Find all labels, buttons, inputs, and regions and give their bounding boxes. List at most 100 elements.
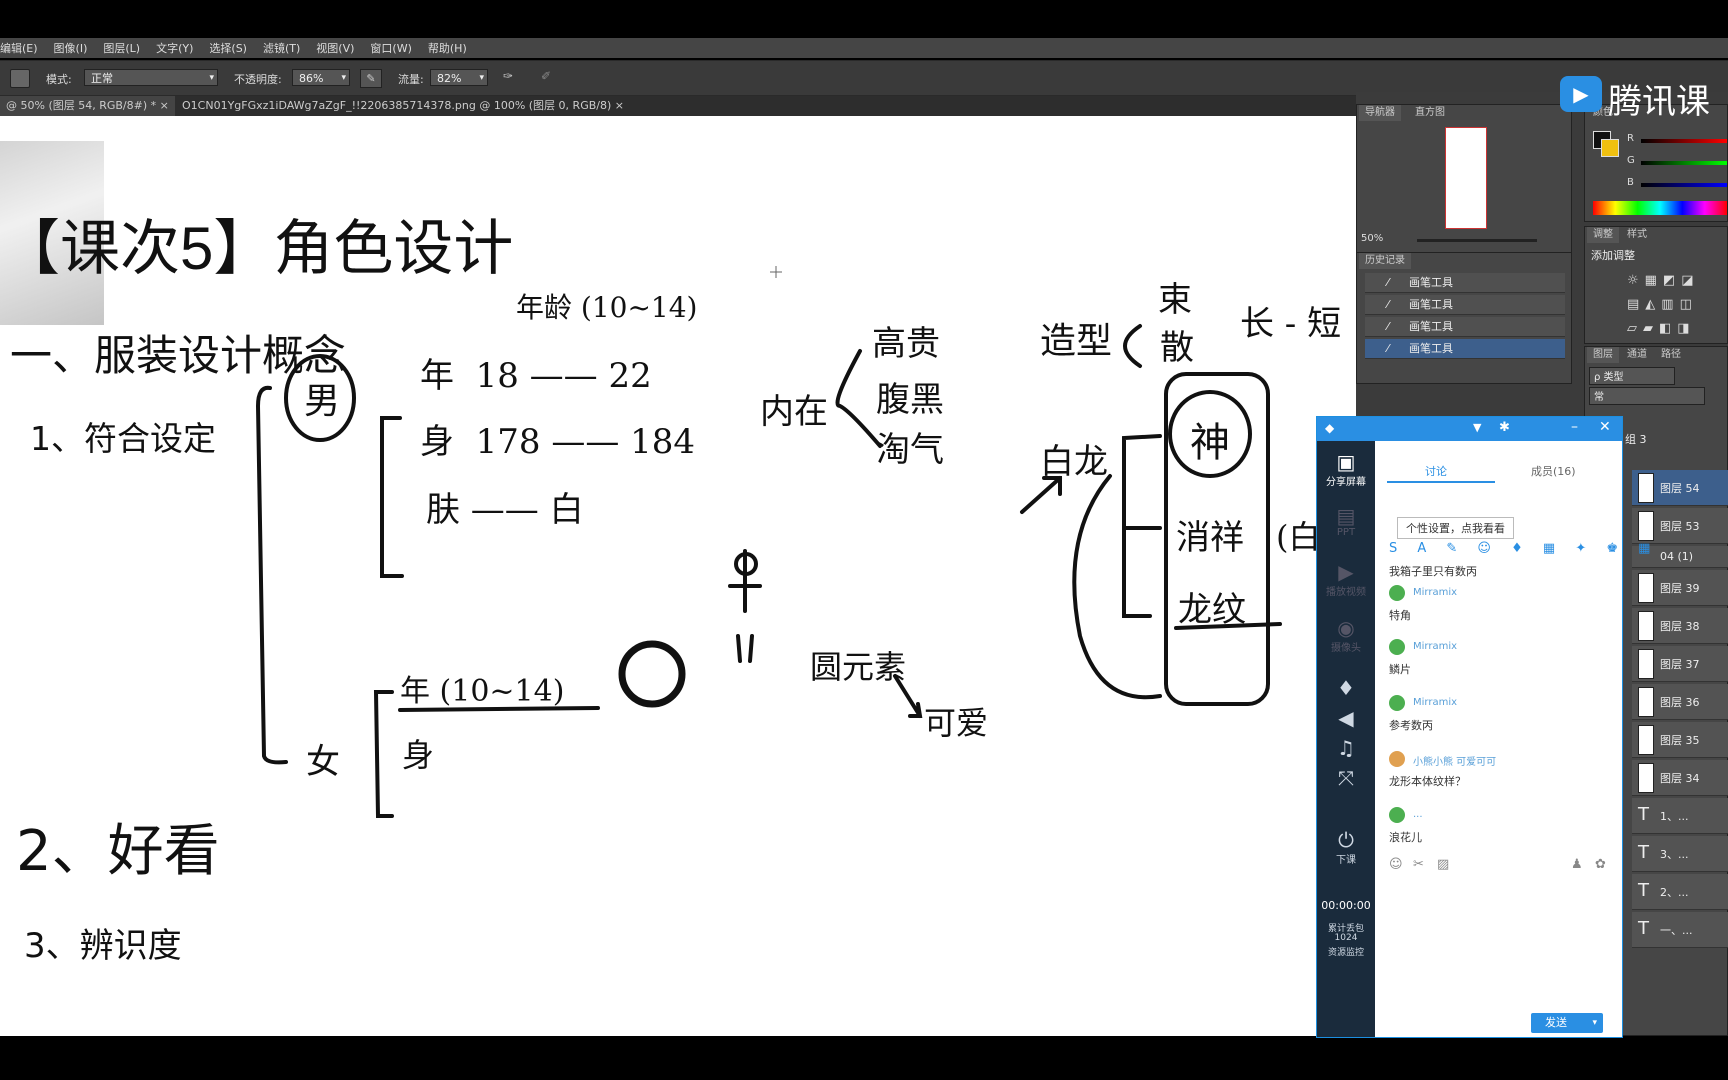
chat-input[interactable] [1381,879,1617,999]
tab-history[interactable]: 历史记录 [1359,253,1411,269]
tab-channels[interactable]: 通道 [1621,347,1653,363]
tab-paths[interactable]: 路径 [1655,347,1687,363]
play-video-button[interactable]: ▶ 播放视频 [1317,561,1375,598]
menu-image[interactable]: 图像(I) [54,40,88,56]
fullscreen-button[interactable]: ⤧ [1317,767,1375,789]
zoom-slider[interactable] [1417,239,1537,242]
menu-window[interactable]: 窗口(W) [370,40,411,56]
flow-label: 流量: [398,73,424,86]
layer-group[interactable]: 组 3 [1625,431,1647,447]
flow-input[interactable]: 82% ▾ [430,69,488,86]
menu-select[interactable]: 选择(S) [209,40,247,56]
history-item-active[interactable]: ⁄ 画笔工具 [1365,339,1565,359]
brush-preset-icon[interactable] [10,69,30,88]
send-button[interactable]: 发送 ▾ [1531,1013,1603,1033]
round-element-circle [618,640,686,708]
layer-row[interactable]: 图层 35 [1632,722,1728,758]
blend-mode-select[interactable]: 常 [1589,387,1705,405]
gear-icon[interactable]: ✿ [1595,857,1606,872]
history-item[interactable]: ⁄ 画笔工具 [1365,317,1565,337]
speaker-button[interactable]: ◀ [1317,707,1375,729]
chat-username[interactable]: Mirramix [1413,641,1457,652]
layer-row[interactable]: 图层 39 [1632,570,1728,606]
tab-styles[interactable]: 样式 [1621,227,1653,243]
hw-male: 男 [304,381,341,422]
background-swatch[interactable] [1601,139,1619,157]
layer-kind-filter[interactable]: ρ 类型 [1589,367,1675,385]
canvas[interactable]: 【课次5】角色设计 一、服装设计概念 1、符合设定 2、好看 3、辨识度 年龄 … [0,116,1356,1036]
zoom-value[interactable]: 50% [1361,233,1383,244]
tab-adjustments[interactable]: 调整 [1587,227,1619,243]
tab-histogram[interactable]: 直方图 [1409,105,1451,121]
layer-row-selected[interactable]: 图层 54 [1632,470,1728,506]
history-item[interactable]: ⁄ 画笔工具 [1365,273,1565,293]
end-class-button[interactable]: ⏻ 下课 [1317,829,1375,866]
menu-filter[interactable]: 滤镜(T) [263,40,300,56]
document-tab[interactable]: O1CN01YgFGxz1iDAWg7aZgF_!!2206385714378.… [176,96,630,116]
scissors-icon[interactable]: ✂ [1413,857,1424,872]
layer-row-text[interactable]: T 1、... [1632,798,1728,834]
mode-select[interactable]: 正常 ▾ [84,69,218,86]
tab-layers[interactable]: 图层 [1587,347,1619,363]
input-method-toolbar[interactable]: S A ✎ ☺ ♦ ▦ ✦ ♚ ▦ [1389,541,1650,559]
menu-type[interactable]: 文字(Y) [156,40,193,56]
layer-row[interactable]: 图层 38 [1632,608,1728,644]
layer-name: 图层 38 [1660,620,1700,633]
chevron-down-icon[interactable]: ▼ [1473,421,1481,434]
spectrum-bar[interactable] [1593,201,1727,215]
image-icon[interactable]: ▨ [1437,857,1449,872]
chat-username[interactable]: Mirramix [1413,697,1457,708]
layer-row[interactable]: 图层 34 [1632,760,1728,796]
menu-edit[interactable]: 编辑(E) [0,40,38,56]
music-button[interactable]: ♫ [1317,737,1375,759]
share-screen-label: 分享屏幕 [1326,477,1366,488]
layer-row[interactable]: 图层 36 [1632,684,1728,720]
chat-message: 我箱子里只有数丙 [1389,565,1477,578]
close-icon[interactable]: × [160,99,169,112]
text-layer-icon: T [1638,804,1649,825]
camera-button[interactable]: ◉ 摄像头 [1317,617,1375,654]
opacity-input[interactable]: 86% ▾ [292,69,350,86]
stat-resource-monitor[interactable]: 资源监控 [1317,945,1375,958]
menu-view[interactable]: 视图(V) [316,40,354,56]
pin-icon[interactable]: ✱ [1499,420,1510,435]
layer-name: 图层 37 [1660,658,1700,671]
layer-name: 04 (1) [1660,550,1694,563]
layer-row[interactable]: 图层 37 [1632,646,1728,682]
document-tab-active[interactable]: @ 50% (图层 54, RGB/8#) * × [0,96,175,116]
g-slider[interactable] [1641,161,1727,165]
share-screen-button[interactable]: ▣ 分享屏幕 [1317,451,1375,488]
ppt-button[interactable]: ▤ PPT [1317,505,1375,538]
hw-dragon-3: 龙纹 [1178,590,1246,630]
layer-row-text[interactable]: T 2、... [1632,874,1728,910]
airbrush-icon[interactable]: ✑ [498,69,518,86]
b-slider[interactable] [1641,183,1727,187]
chat-username[interactable]: 小熊小熊 可爱可可 [1413,753,1496,768]
mic-button[interactable]: ♦ [1317,677,1375,699]
tab-members[interactable]: 成员(16) [1531,463,1576,479]
layer-row[interactable]: 图层 53 [1632,508,1728,544]
class-timer: 00:00:00 [1321,899,1371,912]
menu-layer[interactable]: 图层(L) [103,40,140,56]
history-label: 画笔工具 [1409,320,1453,333]
hw-age-male: 年 18 —— 22 [420,356,652,396]
chat-username[interactable]: Mirramix [1413,587,1457,598]
pressure-opacity-icon[interactable]: ✎ [360,69,382,88]
adjustment-icons[interactable]: ☼▦◩◪ ▤◭▥◫ ▱▰◧◨ [1627,269,1727,341]
r-slider[interactable] [1641,139,1727,143]
pressure-size-icon[interactable]: ✐ [536,69,556,86]
layer-row-text[interactable]: T 3、... [1632,836,1728,872]
menu-help[interactable]: 帮助(H) [428,40,467,56]
brush-icon: ⁄ [1387,276,1389,289]
history-item[interactable]: ⁄ 画笔工具 [1365,295,1565,315]
close-icon[interactable]: × [615,99,624,112]
chat-username[interactable]: ... [1413,809,1423,820]
tab-navigator[interactable]: 导航器 [1359,105,1401,121]
close-icon[interactable]: ✕ [1599,419,1611,435]
tab-discuss[interactable]: 讨论 [1425,463,1447,479]
chevron-down-icon[interactable]: ▾ [1592,1013,1597,1033]
layer-row-text[interactable]: T 一、... [1632,912,1728,948]
user-settings-icon[interactable]: ♟ [1571,857,1583,872]
minimize-icon[interactable]: – [1571,419,1578,435]
emoji-icon[interactable]: ☺ [1389,857,1403,872]
